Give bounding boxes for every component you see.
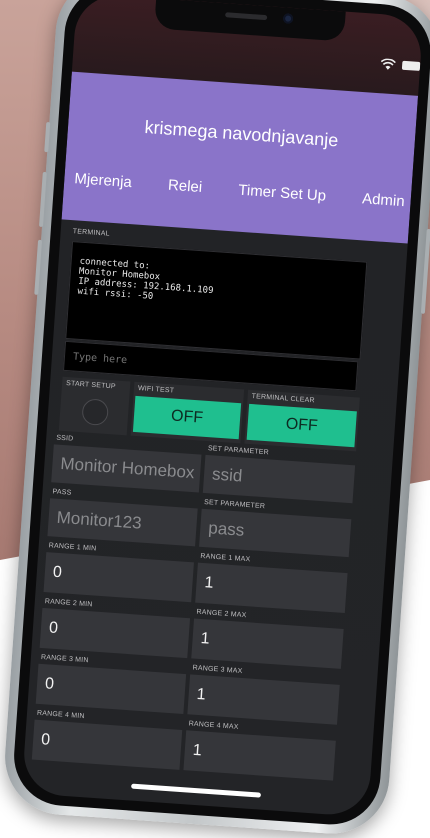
app-title: krismega navodnjavanje (143, 116, 339, 151)
range-2-max-field[interactable]: 1 (191, 618, 344, 669)
range-2-max-label: RANGE 2 MAX (196, 608, 247, 620)
range-2-min-field[interactable]: 0 (39, 607, 191, 659)
wifi-test-label: WIFI TEST (137, 385, 175, 395)
pass-parameter-field[interactable]: pass (199, 508, 352, 558)
pass-field[interactable]: Monitor123 (47, 498, 198, 547)
phone-screen: krismega navodnjavanje Mjerenja Relei Ti… (21, 0, 424, 818)
range-1-max-field[interactable]: 1 (195, 562, 348, 614)
pass-parameter-label: SET PARAMETER (203, 498, 266, 511)
app-header: krismega navodnjavanje Mjerenja Relei Ti… (61, 71, 419, 244)
front-camera (282, 13, 293, 24)
range-3-max-label: RANGE 3 MAX (192, 664, 243, 676)
start-setup-panel: START SETUP (58, 376, 131, 436)
status-bar (73, 37, 421, 73)
battery-icon (401, 60, 421, 71)
ssid-label: SSID (56, 434, 74, 443)
terminal-clear-label: TERMINAL CLEAR (251, 393, 315, 405)
ssid-field[interactable]: Monitor Homebox (51, 444, 202, 493)
range-4-max-label: RANGE 4 MAX (188, 720, 239, 731)
tab-timer-set-up[interactable]: Timer Set Up (238, 182, 327, 205)
tab-bar: Mjerenja Relei Timer Set Up Admin (74, 170, 405, 210)
wifi-test-panel: WIFI TEST OFF (130, 381, 245, 444)
terminal-clear-button[interactable]: OFF (246, 403, 357, 448)
ssid-parameter-field[interactable]: ssid (202, 454, 356, 504)
tab-relei[interactable]: Relei (167, 177, 202, 196)
wifi-icon (380, 58, 396, 70)
range-4-max-field[interactable]: 1 (183, 730, 336, 781)
range-1-min-label: RANGE 1 MIN (48, 542, 97, 553)
pass-label: PASS (52, 488, 72, 497)
tab-admin[interactable]: Admin (362, 190, 406, 210)
range-4-min-label: RANGE 4 MIN (36, 709, 85, 721)
range-4-min-field[interactable]: 0 (31, 719, 183, 770)
range-3-min-label: RANGE 3 MIN (40, 653, 89, 665)
terminal-label: TERMINAL (72, 228, 110, 238)
range-3-min-field[interactable]: 0 (35, 663, 187, 715)
terminal-clear-panel: TERMINAL CLEAR OFF (244, 389, 360, 452)
terminal-lines: connected to: Monitor Homebox IP address: … (77, 257, 215, 306)
range-2-min-label: RANGE 2 MIN (44, 598, 93, 609)
range-1-min-field[interactable]: 0 (43, 552, 194, 603)
tab-mjerenja[interactable]: Mjerenja (74, 170, 133, 191)
range-1-max-label: RANGE 1 MAX (200, 552, 251, 564)
range-3-max-field[interactable]: 1 (187, 674, 340, 725)
speaker-grille (224, 12, 267, 21)
wifi-test-button[interactable]: OFF (132, 395, 242, 440)
phone-mockup: krismega navodnjavanje Mjerenja Relei Ti… (1, 0, 430, 838)
start-setup-button[interactable] (81, 398, 110, 427)
start-setup-label: START SETUP (65, 380, 116, 391)
ssid-parameter-label: SET PARAMETER (207, 445, 270, 457)
admin-panel: TERMINAL connected to: Monitor Homebox IP … (27, 221, 401, 817)
terminal-output: connected to: Monitor Homebox IP address: … (65, 241, 368, 360)
